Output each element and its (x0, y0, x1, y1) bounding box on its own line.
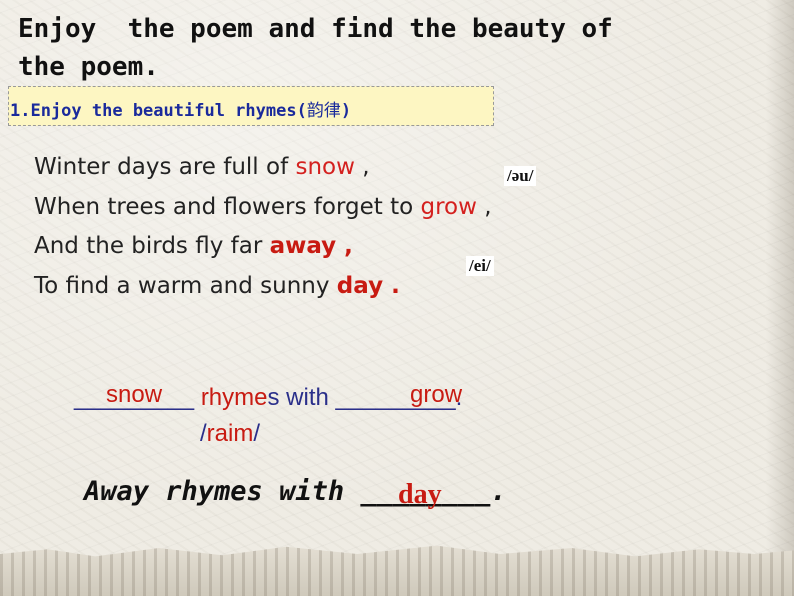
phonetic-ei: /ei/ (466, 256, 494, 276)
poem-line-1-punct: , (354, 154, 370, 180)
ipa-slash-open: / (200, 420, 207, 447)
section-heading-suffix: ) (340, 101, 352, 121)
phonetic-ou: /əu/ (504, 166, 537, 186)
poem-line-1-text: Winter days are full of (34, 154, 296, 180)
slide-title: Enjoy the poem and find the beauty of th… (18, 14, 629, 82)
answer-day: day (398, 479, 442, 510)
paper-shadow-edge (766, 0, 794, 596)
section-heading-chinese: 韵律 (306, 101, 341, 121)
poem-line-4: To find a warm and sunny day . (34, 273, 400, 299)
poem-line-3-text: And the birds fly far (34, 233, 270, 259)
exercise-2-sentence: Away rhymes with ________. (84, 476, 507, 507)
ipa-slash-close: / (253, 420, 261, 447)
section-heading: 1.Enjoy the beautiful rhymes(韵律) (10, 96, 351, 121)
rhyme-word-snow: snow (295, 154, 355, 180)
rhyme-word-grow: grow (420, 194, 477, 220)
section-heading-prefix: 1.Enjoy the beautiful rhymes( (10, 101, 307, 121)
exercise-1-sentence: _________ rhymes with _________. (74, 384, 462, 412)
poem-line-4-text: To find a warm and sunny (34, 273, 337, 299)
rhyme-word-away: away , (269, 233, 353, 259)
rhyme-word-day: day . (336, 273, 400, 299)
blank-2: _________. (335, 384, 463, 411)
exercise-1-middle: s with (267, 384, 336, 411)
rhyme-ipa: /raim/ (200, 420, 260, 448)
blank-1: _________ (74, 384, 195, 411)
poem-line-2-text: When trees and flowers forget to (34, 194, 421, 220)
poem-line-3: And the birds fly far away , (34, 233, 353, 259)
rhyme-word-highlight: rhyme (200, 384, 268, 411)
poem-line-1: Winter days are full of snow , (34, 154, 370, 180)
ipa-text: raim (206, 420, 254, 447)
poem-line-2: When trees and flowers forget to grow , (34, 194, 492, 220)
poem-line-2-punct: , (476, 194, 492, 220)
